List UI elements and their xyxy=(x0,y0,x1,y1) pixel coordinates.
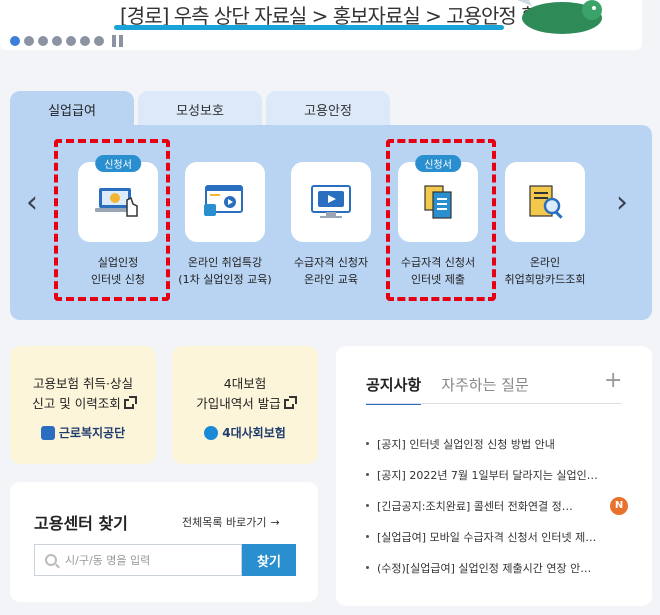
arrow-right-icon: → xyxy=(270,516,280,529)
service-label-line1: 온라인 xyxy=(529,256,561,269)
highlight-box xyxy=(386,139,496,301)
service-job-card-lookup[interactable]: 온라인 취업희망카드조회 xyxy=(505,162,585,288)
tab-faq[interactable]: 자주하는 질문 xyxy=(441,374,529,405)
chevron-right-icon[interactable]: › xyxy=(616,185,628,220)
service-online-lecture[interactable]: 온라인 취업특강 (1차 실업인정 교육) xyxy=(178,162,272,288)
bullet-icon xyxy=(366,535,369,538)
pause-icon[interactable] xyxy=(112,35,123,47)
service-icon-box[interactable] xyxy=(505,162,585,242)
service-icon-box[interactable] xyxy=(291,162,371,242)
comwel-logo-icon xyxy=(40,425,55,440)
divider xyxy=(366,403,622,404)
bullet-icon xyxy=(366,504,369,507)
pagination-dot[interactable] xyxy=(66,36,76,46)
service-panel: ‹ › 신청서 실업인정 인터넷 신청 온라인 취업특강 (1차 실업인정 교육… xyxy=(10,125,652,320)
quick-link-insurance-history[interactable]: 고용보험 취득·상실 신고 및 이력조회 근로복지공단 xyxy=(10,346,156,464)
center-search-input[interactable]: 시/구/동 명을 입력 xyxy=(34,544,242,576)
service-label-line1: 수급자격 신청자 xyxy=(293,256,369,269)
quick-link-line2: 가입내역서 발급 xyxy=(196,396,281,411)
pagination-dot[interactable] xyxy=(94,36,104,46)
video-lecture-icon xyxy=(204,185,243,216)
notice-item[interactable]: [공지] 인터넷 실업인정 신청 방법 안내 xyxy=(366,428,628,459)
center-finder-title: 고용센터 찾기 xyxy=(34,514,128,533)
full-list-link[interactable]: 전체목록 바로가기 → xyxy=(182,514,280,530)
search-button[interactable]: 찾기 xyxy=(242,544,296,576)
service-icon-box[interactable] xyxy=(185,162,265,242)
pagination-dot[interactable] xyxy=(80,36,90,46)
pagination-dot[interactable] xyxy=(52,36,62,46)
service-online-education[interactable]: 수급자격 신청자 온라인 교육 xyxy=(291,162,371,288)
banner-underline xyxy=(114,25,504,30)
quick-link-line1: 4대보험 xyxy=(223,376,267,391)
tab-employment-stability[interactable]: 고용안정 xyxy=(266,91,390,127)
banner-pagination[interactable] xyxy=(10,35,123,47)
bullet-icon xyxy=(366,442,369,445)
org-name: 4대사회보험 xyxy=(222,426,286,440)
bullet-icon xyxy=(366,566,369,569)
new-badge: N xyxy=(610,496,628,515)
quick-link-line1: 고용보험 취득·상실 xyxy=(33,376,133,391)
external-link-icon xyxy=(283,396,297,409)
highlight-box xyxy=(54,139,170,301)
service-label-line1: 온라인 취업특강 xyxy=(187,256,263,269)
notice-item[interactable]: (수정)[실업급여] 실업인정 제출시간 연장 안… xyxy=(366,552,628,583)
pagination-dot[interactable] xyxy=(24,36,34,46)
pagination-dot[interactable] xyxy=(10,36,20,46)
tab-notices[interactable]: 공지사항 xyxy=(366,374,422,405)
notice-item[interactable]: [긴급공지:조치완료] 콜센터 전화연결 정… N xyxy=(366,490,628,521)
service-label-line2: 취업희망카드조회 xyxy=(504,273,586,286)
service-label-line2: (1차 실업인정 교육) xyxy=(178,273,272,286)
tab-maternity[interactable]: 모성보호 xyxy=(138,91,262,127)
search-icon xyxy=(45,554,57,566)
pagination-dot[interactable] xyxy=(38,36,48,46)
notice-list: [공지] 인터넷 실업인정 신청 방법 안내 [공지] 2022년 7월 1일부… xyxy=(366,428,628,583)
tab-unemployment[interactable]: 실업급여 xyxy=(10,91,134,127)
notice-board: 공지사항 자주하는 질문 + [공지] 인터넷 실업인정 신청 방법 안내 [공… xyxy=(336,346,652,606)
monitor-play-icon xyxy=(311,185,351,218)
quick-link-4-insurance[interactable]: 4대보험 가입내역서 발급 4대사회보험 xyxy=(172,346,318,464)
more-plus-icon[interactable]: + xyxy=(604,368,622,393)
service-tabs: 실업급여 모성보호 고용안정 xyxy=(10,91,390,127)
bullet-icon xyxy=(366,473,369,476)
job-center-finder: 고용센터 찾기 전체목록 바로가기 → 시/구/동 명을 입력 찾기 xyxy=(10,482,318,602)
chevron-left-icon[interactable]: ‹ xyxy=(26,185,38,220)
notice-item[interactable]: [공지] 2022년 7월 1일부터 달라지는 실업인… xyxy=(366,459,628,490)
card-search-icon xyxy=(529,185,563,219)
notice-item[interactable]: [실업급여] 모바일 수급자격 신청서 인터넷 제… xyxy=(366,521,628,552)
quick-link-line2: 신고 및 이력조회 xyxy=(32,396,121,411)
external-link-icon xyxy=(123,396,137,409)
search-placeholder: 시/구/동 명을 입력 xyxy=(65,554,151,567)
mascot-illustration xyxy=(517,0,602,34)
service-label-line2: 온라인 교육 xyxy=(303,273,359,286)
org-name: 근로복지공단 xyxy=(58,426,126,440)
social-insurance-logo-icon xyxy=(204,425,219,440)
